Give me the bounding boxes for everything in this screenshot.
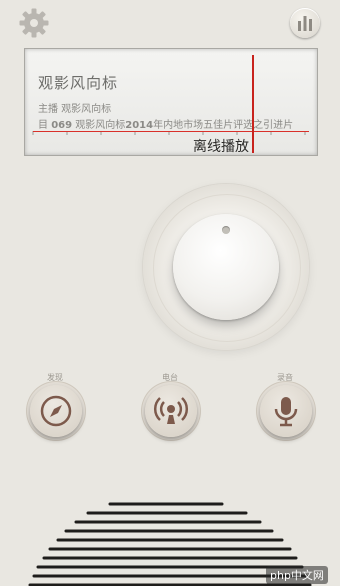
ticker-number: 2014 <box>125 120 154 131</box>
microphone-icon <box>274 397 298 427</box>
tuning-knob[interactable] <box>143 184 309 350</box>
radio-broadcast-icon <box>153 397 189 424</box>
program-title: 观影风向标 <box>38 74 119 92</box>
record-button[interactable] <box>260 385 312 437</box>
offline-play-label[interactable]: 离线播放 <box>193 136 249 156</box>
ticker-text: 观影风向标 <box>72 120 126 131</box>
host-line: 主播 观影风向标 <box>38 104 112 115</box>
record-label: 录音 <box>277 373 293 382</box>
tuner-display: 观影风向标 主播 观影风向标 目 069 观影风向标2014年内地市场五佳片评选… <box>24 48 318 156</box>
radio-label: 电台 <box>162 373 178 382</box>
compass-icon <box>40 395 72 427</box>
radio-button[interactable] <box>145 385 197 437</box>
ticker-text: 年内地市场五佳片评选之引进片 <box>153 120 294 131</box>
ticker-number: 069 <box>51 120 73 131</box>
episode-ticker: 目 069 观影风向标2014年内地市场五佳片评选之引进片 <box>38 116 293 131</box>
knob-cap[interactable] <box>173 214 279 320</box>
watermark: php中文网 <box>266 566 328 584</box>
bar-chart-icon <box>298 16 312 31</box>
ticker-text: 目 <box>38 120 52 131</box>
equalizer-button[interactable] <box>290 8 320 38</box>
scale-line <box>33 131 309 132</box>
discover-button[interactable] <box>30 385 82 437</box>
knob-indicator <box>222 226 230 234</box>
discover-label: 发现 <box>47 373 63 382</box>
tuning-needle <box>252 55 254 153</box>
settings-gear-icon[interactable] <box>18 7 50 39</box>
